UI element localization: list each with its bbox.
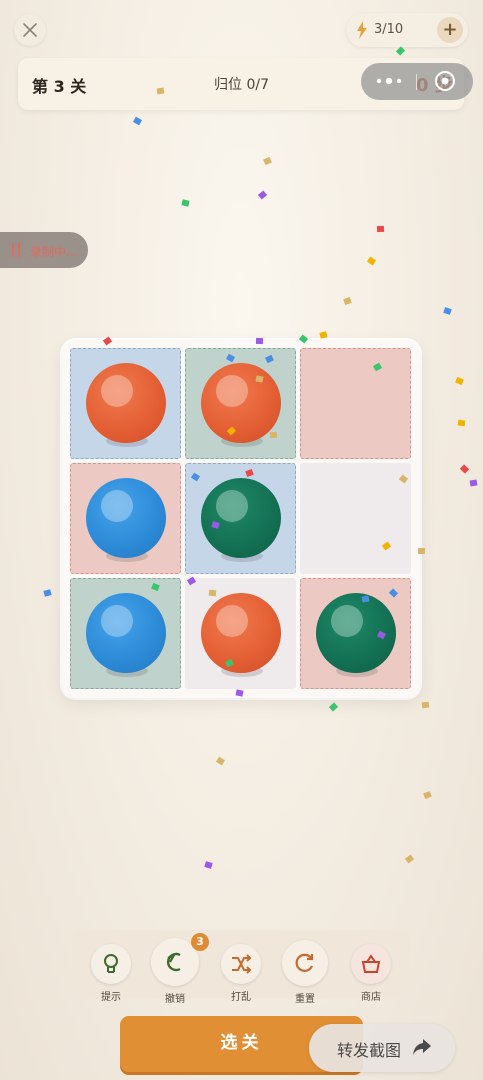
board-cell[interactable] [300, 578, 411, 689]
green-ball[interactable] [201, 478, 281, 558]
confetti-piece [215, 756, 226, 766]
confetti-piece [376, 225, 385, 233]
confetti-piece [421, 701, 430, 709]
ball-highlight [216, 605, 248, 637]
reset-button[interactable]: 重置 [282, 940, 328, 1005]
confetti-piece [423, 790, 432, 800]
share-screenshot-button[interactable]: 转发截图 [309, 1024, 455, 1072]
shuffle-label: 打乱 [231, 992, 251, 1003]
recording-label: 录制中... [30, 245, 78, 259]
confetti-piece [328, 702, 339, 712]
home-progress: 归位 0/7 [214, 77, 269, 93]
confetti-piece [257, 190, 268, 200]
undo-button[interactable]: 撤销 [151, 938, 199, 1005]
hint-button[interactable]: 提示 [88, 944, 134, 1003]
close-icon [23, 23, 37, 37]
confetti-piece [459, 464, 470, 474]
blue-ball[interactable] [86, 478, 166, 558]
confetti-piece [395, 46, 406, 56]
board-cell[interactable] [185, 578, 296, 689]
level-title: 第 3 关 [32, 77, 87, 96]
ball-highlight [216, 375, 248, 407]
undo-icon [167, 952, 181, 972]
recording-indicator[interactable]: 录制中... [0, 232, 88, 268]
board-cell[interactable] [70, 578, 181, 689]
confetti-piece [181, 199, 190, 207]
board-cell[interactable] [185, 463, 296, 574]
share-arrow-icon [413, 1039, 431, 1055]
capsule-divider [416, 74, 417, 90]
undo-label: 撤销 [165, 994, 185, 1005]
red-ball[interactable] [201, 593, 281, 673]
energy-counter: 3/10 + [346, 13, 468, 47]
red-ball[interactable] [86, 363, 166, 443]
mini-program-capsule [361, 63, 473, 100]
shop-basket-icon [361, 954, 381, 973]
board-cell[interactable] [300, 348, 411, 459]
confetti-piece [469, 479, 478, 487]
shuffle-button[interactable]: 打乱 [218, 944, 264, 1003]
recording-icon [12, 243, 20, 257]
game-board [62, 340, 420, 698]
confetti-piece [132, 116, 143, 126]
board-cell[interactable] [300, 463, 411, 574]
target-close-icon[interactable] [434, 70, 456, 92]
ball-highlight [216, 490, 248, 522]
close-button[interactable] [14, 14, 46, 46]
more-dots-icon[interactable] [375, 73, 403, 89]
action-toolbar: 提示 撤销 打乱 重置 商店 [72, 930, 410, 1005]
confetti-piece [404, 854, 415, 864]
confetti-piece [343, 297, 352, 305]
confetti-piece [204, 861, 213, 869]
ball-highlight [101, 375, 133, 407]
add-energy-button[interactable]: + [437, 17, 463, 43]
confetti-piece [263, 156, 272, 166]
lightbulb-icon [104, 954, 118, 973]
confetti-piece [366, 256, 377, 266]
shop-label: 商店 [361, 992, 381, 1003]
ball-highlight [101, 490, 133, 522]
lightning-icon [357, 21, 367, 39]
confetti-piece [43, 589, 52, 597]
energy-value: 3/10 [374, 22, 404, 37]
shuffle-icon [232, 954, 252, 974]
confetti-piece [457, 419, 466, 427]
share-label: 转发截图 [337, 1041, 402, 1060]
reset-label: 重置 [295, 994, 315, 1005]
confetti-piece [319, 331, 328, 339]
undo-count-badge: 3 [191, 933, 209, 951]
hint-label: 提示 [101, 992, 121, 1003]
blue-ball[interactable] [86, 593, 166, 673]
red-ball[interactable] [201, 363, 281, 443]
board-cell[interactable] [70, 348, 181, 459]
green-ball[interactable] [316, 593, 396, 673]
board-cell[interactable] [70, 463, 181, 574]
ball-highlight [331, 605, 363, 637]
confetti-piece [455, 376, 464, 386]
board-cell[interactable] [185, 348, 296, 459]
confetti-piece [443, 307, 452, 315]
reset-icon [295, 953, 314, 972]
shop-button[interactable]: 商店 [348, 944, 394, 1003]
ball-highlight [101, 605, 133, 637]
